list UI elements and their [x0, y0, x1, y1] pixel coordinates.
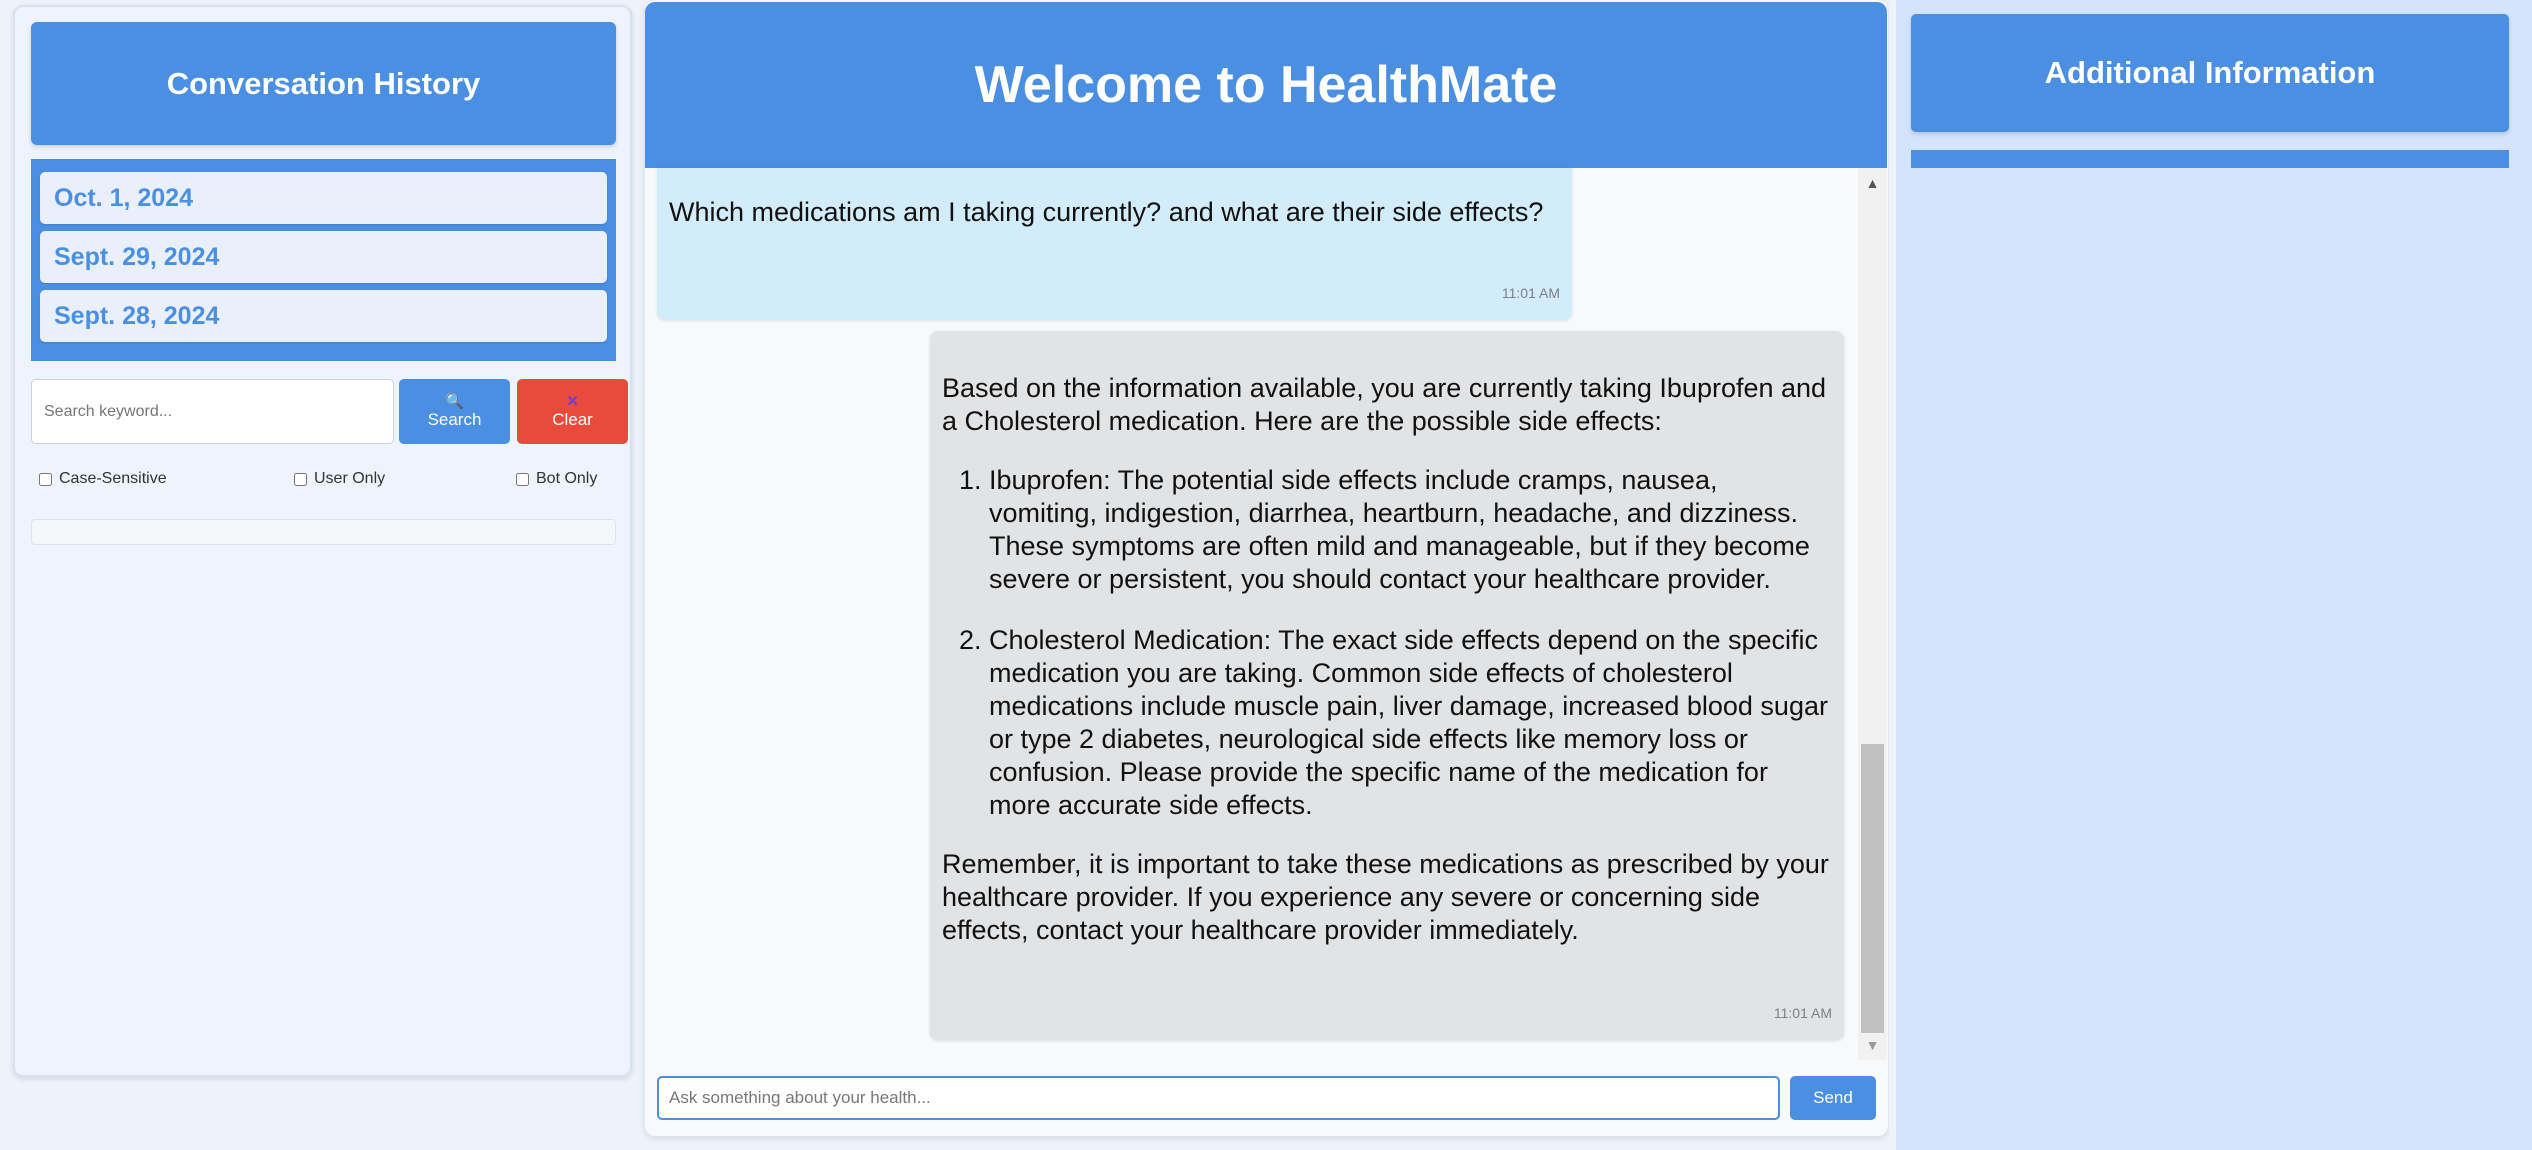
filter-bot-only[interactable]: Bot Only [516, 470, 597, 488]
user-message-timestamp: 11:01 AM [1501, 285, 1560, 301]
chat-header-title: Welcome to HealthMate [645, 2, 1887, 168]
chat-panel: Welcome to HealthMate Which medications … [645, 0, 1888, 1136]
bot-message: Based on the information available, you … [930, 331, 1844, 1040]
bot-message-list: Ibuprofen: The potential side effects in… [942, 464, 1832, 822]
panel-gap [1889, 0, 1896, 1150]
search-button[interactable]: 🔍 Search [399, 379, 510, 444]
search-button-label: Search [427, 409, 482, 429]
case-sensitive-label: Case-Sensitive [59, 470, 167, 487]
chat-input[interactable] [657, 1076, 1780, 1120]
user-only-checkbox[interactable] [294, 472, 307, 486]
user-message-text: Which medications am I taking currently?… [669, 197, 1544, 227]
bot-only-label: Bot Only [536, 470, 598, 487]
clear-button[interactable]: ✕ Clear [517, 379, 628, 444]
app-root: Conversation History Oct. 1, 2024 Sept. … [0, 0, 2532, 1150]
scroll-down-arrow-icon[interactable]: ▼ [1858, 1034, 1887, 1056]
conversation-sidebar: Conversation History Oct. 1, 2024 Sept. … [13, 5, 632, 1077]
history-item-sept-28[interactable]: Sept. 28, 2024 [40, 290, 607, 342]
info-panel-bar [1911, 150, 2509, 168]
user-only-label: User Only [314, 470, 386, 487]
chat-scrollbar[interactable]: ▲ ▼ [1858, 168, 1887, 1060]
filter-user-only[interactable]: User Only [294, 470, 385, 488]
history-list: Oct. 1, 2024 Sept. 29, 2024 Sept. 28, 20… [31, 159, 616, 361]
bot-message-timestamp: 11:01 AM [1773, 1005, 1832, 1021]
search-input[interactable] [31, 379, 394, 444]
bot-message-intro: Based on the information available, you … [942, 373, 1827, 436]
scrollbar-thumb[interactable] [1861, 744, 1884, 1033]
user-message: Which medications am I taking currently?… [657, 168, 1572, 320]
clear-button-label: Clear [552, 409, 593, 429]
sidebar-title: Conversation History [31, 22, 616, 145]
bot-only-checkbox[interactable] [516, 472, 529, 486]
filter-case-sensitive[interactable]: Case-Sensitive [39, 470, 167, 488]
additional-info-panel: Additional Information [1896, 0, 2532, 1150]
history-item-oct-1[interactable]: Oct. 1, 2024 [40, 172, 607, 224]
bot-list-item-ibuprofen: Ibuprofen: The potential side effects in… [989, 464, 1832, 596]
scroll-up-arrow-icon[interactable]: ▲ [1858, 172, 1887, 194]
search-results-box [31, 519, 616, 545]
history-item-sept-29[interactable]: Sept. 29, 2024 [40, 231, 607, 283]
info-panel-title: Additional Information [1911, 14, 2509, 132]
close-icon: ✕ [566, 392, 579, 410]
bot-list-item-cholesterol: Cholesterol Medication: The exact side e… [989, 624, 1832, 822]
case-sensitive-checkbox[interactable] [39, 472, 52, 486]
bot-message-outro: Remember, it is important to take these … [942, 849, 1829, 945]
search-icon: 🔍 [445, 392, 464, 410]
send-button[interactable]: Send [1790, 1076, 1876, 1120]
